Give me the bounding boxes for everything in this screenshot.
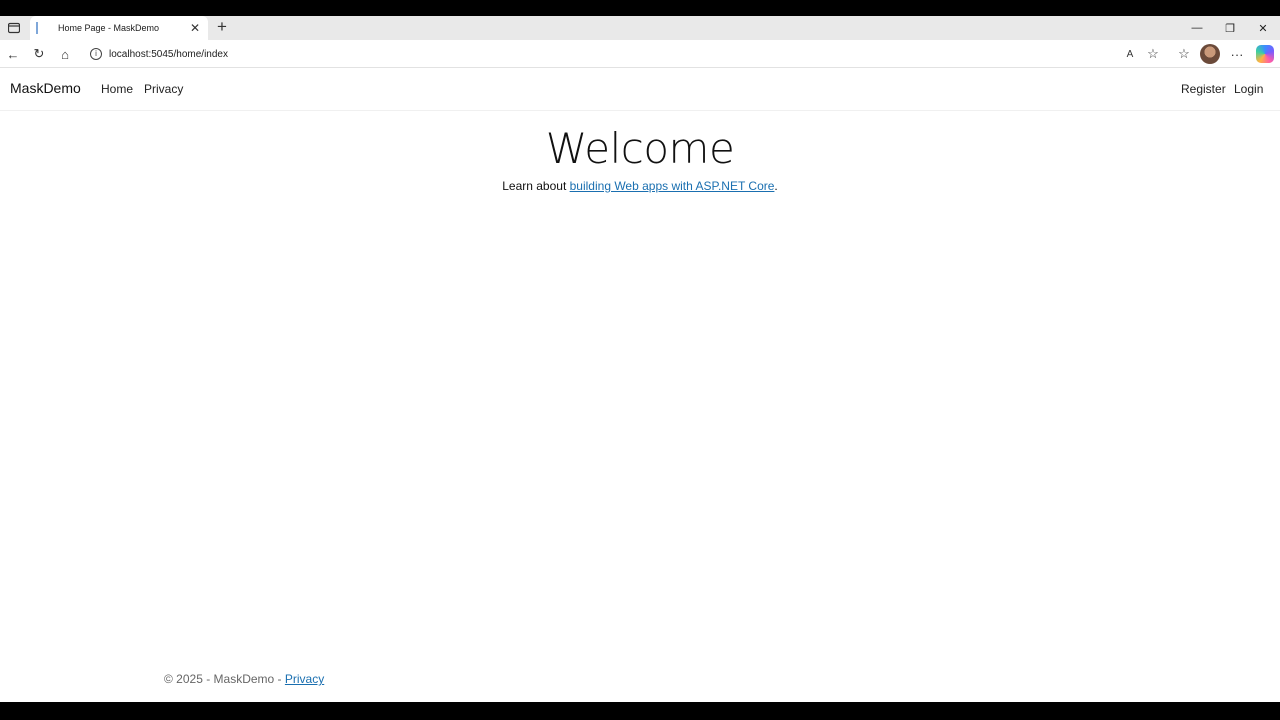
page-title: Welcome xyxy=(545,124,735,173)
new-tab-button[interactable]: + xyxy=(212,18,232,38)
favorite-star-button[interactable]: ☆ xyxy=(1143,44,1163,64)
tab-close-button[interactable]: ✕ xyxy=(188,21,202,35)
read-aloud-button[interactable]: A xyxy=(1120,44,1140,64)
site-info-icon[interactable]: i xyxy=(90,48,102,60)
tab-title: Home Page - MaskDemo xyxy=(58,23,160,33)
home-button[interactable]: ⌂ xyxy=(55,44,75,64)
nav-link-login[interactable]: Login xyxy=(1234,82,1263,96)
tab-actions-icon xyxy=(8,22,20,34)
web-page: MaskDemo Home Privacy Register Login Wel… xyxy=(0,68,1280,702)
browser-toolbar: ← ↻ ⌂ i localhost:5045/home/index A ☆ ☆ … xyxy=(0,40,1280,68)
learn-prefix: Learn about xyxy=(502,179,570,193)
aspnet-docs-link[interactable]: building Web apps with ASP.NET Core xyxy=(570,179,775,193)
site-footer: © 2025 - MaskDemo - Privacy xyxy=(164,672,324,686)
footer-privacy-link[interactable]: Privacy xyxy=(285,672,324,686)
favorites-button[interactable]: ☆ xyxy=(1174,44,1194,64)
profile-avatar[interactable] xyxy=(1200,44,1220,64)
copilot-icon[interactable] xyxy=(1256,45,1274,63)
back-button[interactable]: ← xyxy=(3,44,23,64)
tab-actions-button[interactable] xyxy=(4,18,24,38)
nav-link-register[interactable]: Register xyxy=(1181,82,1226,96)
nav-link-home[interactable]: Home xyxy=(101,82,133,96)
minimize-button[interactable]: — xyxy=(1180,16,1214,40)
tab-strip: Home Page - MaskDemo ✕ + — ❐ ✕ xyxy=(0,16,1280,40)
favicon-icon xyxy=(36,22,48,34)
screen: Home Page - MaskDemo ✕ + — ❐ ✕ ← ↻ ⌂ i l… xyxy=(0,0,1280,720)
close-window-button[interactable]: ✕ xyxy=(1246,16,1280,40)
url-text[interactable]: localhost:5045/home/index xyxy=(109,49,228,60)
navbar-brand[interactable]: MaskDemo xyxy=(10,80,81,96)
learn-about-text: Learn about building Web apps with ASP.N… xyxy=(0,179,1280,193)
bottom-border xyxy=(0,702,1280,720)
more-menu-button[interactable]: ··· xyxy=(1227,44,1247,64)
address-bar[interactable]: i localhost:5045/home/index xyxy=(82,42,1168,66)
nav-link-privacy[interactable]: Privacy xyxy=(144,82,183,96)
restore-button[interactable]: ❐ xyxy=(1213,16,1247,40)
learn-suffix: . xyxy=(774,179,778,193)
reload-button[interactable]: ↻ xyxy=(29,44,49,64)
site-navbar: MaskDemo Home Privacy Register Login xyxy=(0,68,1280,111)
footer-copyright: © 2025 - MaskDemo - xyxy=(164,672,285,686)
browser-tab[interactable]: Home Page - MaskDemo ✕ xyxy=(30,16,208,40)
